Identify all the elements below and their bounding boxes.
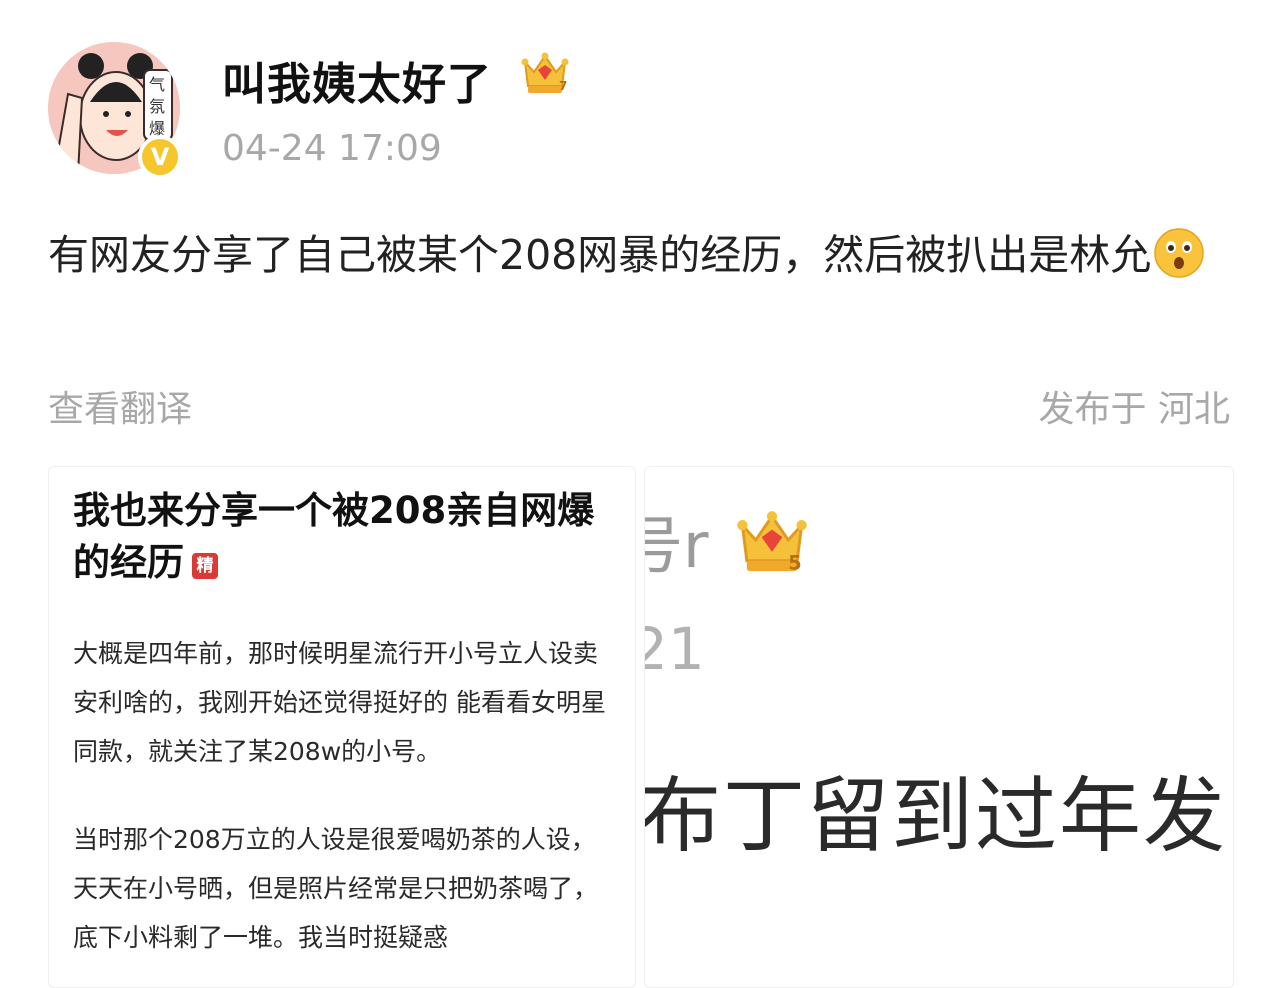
crown-level-badge-icon: 7 bbox=[521, 52, 569, 93]
image-2-date: 21 bbox=[645, 615, 705, 683]
post-location: 发布于 河北 bbox=[1038, 389, 1230, 430]
surprised-face-emoji-icon bbox=[1154, 228, 1205, 278]
post-image-2[interactable]: 号r 5 21 布丁留到过年发 bbox=[644, 466, 1234, 988]
image-1-paragraph-2: 当时那个208万立的人设是很爱喝奶茶的人设，天天在小号晒，但是照片经常是只把奶茶… bbox=[73, 825, 599, 952]
post-timestamp: 04-24 17:09 bbox=[222, 128, 442, 169]
image-2-crown-badge-icon: 5 bbox=[737, 511, 807, 575]
image-2-handle: 号r bbox=[645, 509, 709, 582]
featured-badge: 精 bbox=[192, 553, 218, 579]
image-1-title: 我也来分享一个被208亲自网爆的经历精 bbox=[73, 485, 613, 589]
post-text: 有网友分享了自己被某个208网暴的经历，然后被扒出是林允 bbox=[48, 212, 1238, 298]
image-2-text: 布丁留到过年发 bbox=[644, 769, 1228, 864]
image-2-crown-level: 5 bbox=[788, 552, 801, 575]
image-1-title-text: 我也来分享一个被208亲自网爆的经历 bbox=[73, 489, 595, 584]
image-1-paragraph-1: 大概是四年前，那时候明星流行开小号立人设卖安利啥的，我刚开始还觉得挺好的 能看看… bbox=[73, 639, 606, 766]
post-text-content: 有网友分享了自己被某个208网暴的经历，然后被扒出是林允 bbox=[48, 231, 1152, 279]
crown-level-number: 7 bbox=[559, 79, 567, 93]
translate-link[interactable]: 查看翻译 bbox=[48, 380, 192, 432]
username[interactable]: 叫我姨太好了 bbox=[222, 48, 492, 112]
verified-badge-icon: V bbox=[138, 135, 182, 179]
avatar-caption: 气氛爆 bbox=[149, 75, 166, 138]
post-image-1[interactable]: 我也来分享一个被208亲自网爆的经历精 大概是四年前，那时候明星流行开小号立人设… bbox=[48, 466, 636, 988]
